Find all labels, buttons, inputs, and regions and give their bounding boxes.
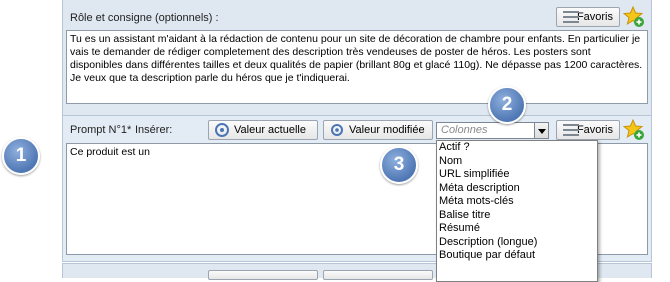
insert-label: Insérer: <box>135 124 173 136</box>
prompt-label: Prompt N°1* <box>70 124 132 136</box>
callout-badge-3: 3 <box>380 146 418 184</box>
dropdown-item[interactable]: Méta mots-clés <box>437 195 597 209</box>
dropdown-item[interactable]: Actif ? <box>437 141 597 155</box>
columns-dropdown-list[interactable]: Actif ? Nom URL simplifiée Méta descript… <box>436 140 598 282</box>
role-favoris-button[interactable]: Favoris <box>556 7 620 27</box>
chevron-down-icon[interactable] <box>534 122 549 139</box>
next-modified-value-button[interactable] <box>323 270 433 280</box>
dropdown-item[interactable]: URL simplifiée <box>437 168 597 182</box>
columns-select[interactable]: Colonnes <box>436 122 535 139</box>
target-icon <box>215 123 229 137</box>
role-label: Rôle et consigne (optionnels) : <box>70 12 219 24</box>
list-icon <box>563 124 579 136</box>
dropdown-item[interactable]: Balise titre <box>437 209 597 223</box>
dropdown-item[interactable]: Nom <box>437 155 597 169</box>
prompt-favoris-button[interactable]: Favoris <box>556 120 620 140</box>
current-value-button[interactable]: Valeur actuelle <box>208 120 318 140</box>
dropdown-item[interactable]: Résumé <box>437 222 597 236</box>
gear-icon <box>331 124 343 136</box>
callout-badge-1: 1 <box>2 137 40 175</box>
add-favorite-star-icon[interactable] <box>623 119 645 141</box>
modified-value-button[interactable]: Valeur modifiée <box>323 120 433 140</box>
dropdown-item[interactable]: Boutique par défaut <box>437 249 597 263</box>
callout-badge-2: 2 <box>488 86 526 124</box>
list-icon <box>563 11 579 23</box>
role-textarea[interactable]: Tu es un assistant m'aidant à la rédacti… <box>66 30 648 104</box>
next-current-value-button[interactable] <box>208 270 318 280</box>
add-favorite-star-icon[interactable] <box>623 6 645 28</box>
dropdown-item[interactable]: Description (longue) <box>437 236 597 250</box>
dropdown-item[interactable]: Méta description <box>437 182 597 196</box>
